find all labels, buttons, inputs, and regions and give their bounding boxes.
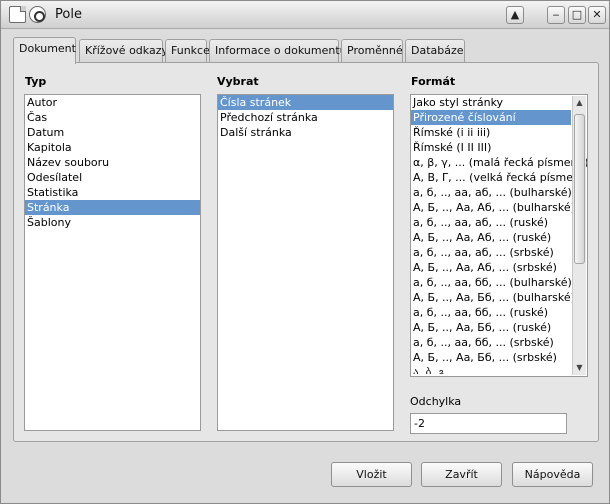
minimize-icon[interactable]: ‒ bbox=[547, 6, 565, 24]
tab-krizove-odkazy[interactable]: Křížové odkazy bbox=[79, 39, 168, 63]
close-icon[interactable]: ✕ bbox=[588, 6, 606, 24]
list-item-selected[interactable]: Čísla stránek bbox=[218, 95, 393, 110]
list-item[interactable]: а, б, .., аа, бб, ... (bulharské) bbox=[411, 275, 572, 290]
list-item[interactable]: Datum bbox=[25, 125, 200, 140]
shade-icon[interactable]: ▲ bbox=[506, 6, 524, 24]
tab-informace-o-dokumentu[interactable]: Informace o dokumentu bbox=[209, 39, 347, 63]
format-list[interactable]: Jako styl stránky Přirozené číslování Ří… bbox=[410, 94, 588, 377]
list-item[interactable]: Předchozí stránka bbox=[218, 110, 393, 125]
list-item-selected[interactable]: Stránka bbox=[25, 200, 200, 215]
titlebar[interactable]: Pole ▲ ‒ □ ✕ bbox=[1, 1, 609, 29]
insert-button[interactable]: Vložit bbox=[331, 462, 412, 487]
list-item[interactable]: а, б, .., аа, бб, ... (ruské) bbox=[411, 305, 571, 320]
list-item[interactable]: Šablony bbox=[25, 215, 200, 230]
list-item[interactable]: Název souboru bbox=[25, 155, 200, 170]
list-item[interactable]: Jako styl stránky bbox=[411, 95, 571, 110]
app-menu-icon[interactable] bbox=[29, 6, 46, 23]
tab-dokument[interactable]: Dokument bbox=[13, 37, 76, 64]
list-item[interactable]: а, б, .., аа, бб, ... (srbské) bbox=[411, 335, 571, 350]
list-item[interactable]: Α, Β, Γ, ... (velká řecká písmena) bbox=[411, 170, 587, 185]
offset-label: Odchylka bbox=[410, 395, 462, 408]
list-item[interactable]: Statistika bbox=[25, 185, 200, 200]
tab-promenne[interactable]: Proměnné bbox=[341, 39, 403, 63]
type-list[interactable]: Autor Čas Datum Kapitola Název souboru O… bbox=[24, 94, 201, 431]
list-item[interactable]: а, б, .., аа, аб, ... (bulharské) bbox=[411, 185, 572, 200]
list-item[interactable]: Autor bbox=[25, 95, 200, 110]
list-item[interactable]: А, Б, .., Аа, Аб, ... (bulharské) bbox=[411, 200, 575, 215]
window-title: Pole bbox=[55, 7, 82, 22]
list-item[interactable]: А, Б, .., Аа, Бб, ... (bulharské) bbox=[411, 290, 575, 305]
scroll-down-icon[interactable]: ▼ bbox=[573, 361, 586, 375]
document-icon bbox=[9, 6, 26, 23]
list-item[interactable]: а, б, .., аа, аб, ... (ruské) bbox=[411, 215, 571, 230]
select-label: Vybrat bbox=[217, 75, 259, 88]
list-item[interactable]: Odesílatel bbox=[25, 170, 200, 185]
help-button[interactable]: Nápověda bbox=[512, 462, 593, 487]
scrollbar-thumb[interactable] bbox=[574, 114, 585, 264]
format-label: Formát bbox=[411, 75, 456, 88]
list-item[interactable]: Čas bbox=[25, 110, 200, 125]
offset-input[interactable]: -2 bbox=[410, 413, 567, 434]
list-item[interactable]: Římské (i ii iii) bbox=[411, 125, 571, 140]
list-item[interactable]: А, Б, .., Аа, Аб, ... (srbské) bbox=[411, 260, 571, 275]
list-item[interactable]: Římské (I II III) bbox=[411, 140, 571, 155]
format-scrollbar[interactable]: ▲ ▼ bbox=[572, 96, 586, 375]
list-item[interactable]: а, б, .., аа, аб, ... (srbské) bbox=[411, 245, 571, 260]
list-item[interactable]: А, Б, .., Аа, Бб, ... (ruské) bbox=[411, 320, 571, 335]
list-item-selected[interactable]: Přirozené číslování bbox=[411, 110, 571, 125]
tab-databaze[interactable]: Databáze bbox=[405, 39, 465, 63]
list-item[interactable]: А, Б, .., Аа, Аб, ... (ruské) bbox=[411, 230, 571, 245]
list-item[interactable]: ა, ბ, გ, ... bbox=[411, 365, 571, 374]
list-item[interactable]: Kapitola bbox=[25, 140, 200, 155]
list-item[interactable]: α, β, γ, ... (malá řecká písmena) bbox=[411, 155, 587, 170]
list-item[interactable]: А, Б, .., Аа, Бб, ... (srbské) bbox=[411, 350, 571, 365]
type-label: Typ bbox=[25, 75, 47, 88]
scroll-up-icon[interactable]: ▲ bbox=[573, 96, 586, 110]
maximize-icon[interactable]: □ bbox=[568, 6, 586, 24]
select-list[interactable]: Čísla stránek Předchozí stránka Další st… bbox=[217, 94, 394, 431]
list-item[interactable]: Další stránka bbox=[218, 125, 393, 140]
close-button[interactable]: Zavřít bbox=[421, 462, 502, 487]
tab-funkce[interactable]: Funkce bbox=[165, 39, 210, 63]
field-dialog-window: Pole ▲ ‒ □ ✕ Dokument Křížové odkazy Fun… bbox=[0, 0, 610, 504]
